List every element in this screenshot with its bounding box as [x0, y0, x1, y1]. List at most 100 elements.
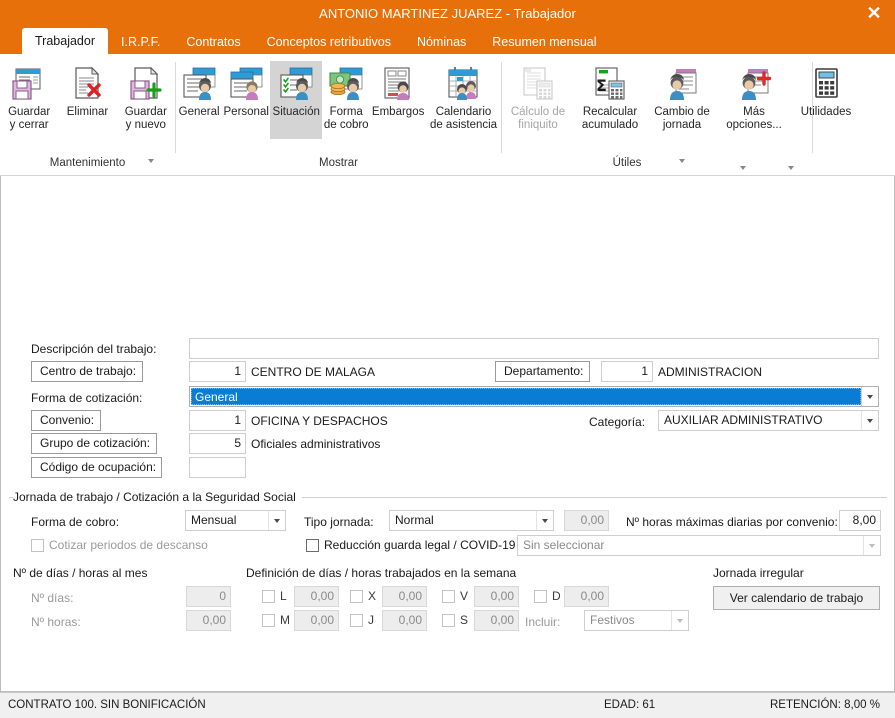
- status-retencion: RETENCIÓN: 8,00 %: [770, 699, 880, 711]
- close-icon[interactable]: ✕: [859, 0, 889, 28]
- checkbox-box: [31, 538, 44, 552]
- checkbox-box: [262, 589, 275, 603]
- dia-X-checkbox[interactable]: X: [350, 589, 376, 603]
- status-bar: CONTRATO 100. SIN BONIFICACIÓN EDAD: 61 …: [0, 692, 895, 718]
- chevron-down-icon[interactable]: [148, 159, 154, 163]
- codigo-ocupacion-input[interactable]: [189, 457, 246, 478]
- checkbox-box: [534, 589, 547, 603]
- ver-calendario-trabajo-button[interactable]: Ver calendario de trabajo: [713, 586, 880, 610]
- departamento-name: ADMINISTRACION: [658, 365, 763, 379]
- window-title: ANTONIO MARTINEZ JUAREZ - Trabajador: [319, 6, 576, 21]
- tipo-jornada-num-input[interactable]: 0,00: [564, 510, 609, 531]
- tab-irpf[interactable]: I.R.P.F.: [108, 30, 173, 54]
- categoria-select[interactable]: AUXILIAR ADMINISTRATIVO: [658, 410, 879, 431]
- status-contrato: CONTRATO 100. SIN BONIFICACIÓN: [8, 699, 206, 711]
- ribbon-button-label: Cambio de jornada: [654, 106, 710, 131]
- ribbon-button-utilidades[interactable]: Utilidades: [790, 61, 862, 121]
- situacion-form-panel: Descripción del trabajo: Centro de traba…: [0, 176, 895, 692]
- dia-V-label: V: [460, 589, 469, 603]
- ribbon-button-mas-opciones[interactable]: Más opciones...: [718, 61, 790, 134]
- ribbon-button-cambio-de-jornada[interactable]: Cambio de jornada: [646, 61, 718, 134]
- grupo-cotizacion-button[interactable]: Grupo de cotización:: [31, 433, 157, 454]
- convenio-button[interactable]: Convenio:: [31, 410, 101, 431]
- convenio-code-input[interactable]: 1: [189, 410, 246, 431]
- checkbox-box: [442, 613, 455, 627]
- ribbon-button-embargos[interactable]: Embargos: [370, 61, 426, 121]
- dia-M-input[interactable]: 0,00: [294, 610, 339, 631]
- chevron-down-icon[interactable]: [861, 387, 878, 406]
- ribbon-button-personal[interactable]: Personal: [222, 61, 270, 121]
- dia-D-input[interactable]: 0,00: [564, 586, 609, 607]
- dia-S-input[interactable]: 0,00: [474, 610, 519, 631]
- forma-cotizacion-label: Forma de cotización:: [31, 391, 143, 405]
- chevron-down-icon[interactable]: [671, 611, 688, 630]
- tab-resumen-mensual[interactable]: Resumen mensual: [479, 30, 609, 54]
- ribbon-button-label: Recalcular acumulado: [581, 106, 639, 131]
- grupo-cotizacion-code-input[interactable]: 5: [189, 433, 246, 454]
- reduccion-guarda-legal-select[interactable]: Sin seleccionar: [517, 535, 881, 556]
- reduccion-guarda-legal-value: Sin seleccionar: [523, 538, 605, 552]
- chevron-down-icon[interactable]: [679, 159, 685, 163]
- ribbon-button-guardar-y-nuevo[interactable]: Guardar y nuevo: [117, 61, 175, 134]
- tab-nominas[interactable]: Nóminas: [404, 30, 479, 54]
- departamento-code-input[interactable]: 1: [601, 361, 653, 382]
- dia-J-input[interactable]: 0,00: [382, 610, 427, 631]
- dia-V-input[interactable]: 0,00: [474, 586, 519, 607]
- incluir-value: Festivos: [590, 613, 635, 627]
- chevron-down-icon[interactable]: [740, 166, 746, 170]
- centro-trabajo-code-input[interactable]: 1: [189, 361, 246, 382]
- forma-cobro-label: Forma de cobro:: [31, 515, 120, 529]
- ribbon-button-label: Guardar y nuevo: [124, 106, 167, 131]
- categoria-label: Categoría:: [589, 415, 646, 429]
- numero-horas-input[interactable]: 0,00: [186, 610, 231, 631]
- ribbon-toolbar: Guardar y cerrar Eliminar Guardar y nuev…: [0, 54, 895, 176]
- ribbon-button-label: Personal: [223, 106, 269, 118]
- tab-conceptos-retributivos[interactable]: Conceptos retributivos: [254, 30, 404, 54]
- ribbon-button-forma-de-cobro[interactable]: Forma de cobro: [322, 61, 370, 134]
- numero-dias-label: Nº días:: [31, 591, 74, 605]
- person-plus-icon: [735, 64, 773, 104]
- ribbon-group-mantenimiento: Guardar y cerrar Eliminar Guardar y nuev…: [0, 56, 175, 174]
- ribbon-button-calendario-de-asistencia[interactable]: Calendario de asistencia: [426, 61, 501, 134]
- dia-X-input[interactable]: 0,00: [382, 586, 427, 607]
- cotizar-descanso-checkbox[interactable]: Cotizar periodos de descanso: [31, 538, 208, 552]
- dia-M-checkbox[interactable]: M: [262, 613, 290, 627]
- dia-L-input[interactable]: 0,00: [294, 586, 339, 607]
- departamento-button[interactable]: Departamento:: [495, 361, 590, 382]
- centro-trabajo-button[interactable]: Centro de trabajo:: [31, 361, 143, 382]
- person-checklist-icon: [277, 64, 315, 104]
- jornada-irregular-section-title: Jornada irregular: [713, 566, 804, 580]
- codigo-ocupacion-button[interactable]: Código de ocupación:: [31, 457, 162, 478]
- ribbon-button-situacion[interactable]: Situación: [270, 61, 323, 139]
- ribbon-button-calculo-de-finiquito[interactable]: Cálculo de finiquito: [502, 61, 574, 134]
- save-new-icon: [127, 64, 165, 104]
- chevron-down-icon[interactable]: [536, 511, 553, 530]
- numero-dias-input[interactable]: 0: [186, 586, 231, 607]
- ribbon-button-label: Guardar y cerrar: [8, 106, 51, 131]
- ribbon-button-label: Situación: [272, 106, 320, 118]
- chevron-down-icon[interactable]: [268, 511, 285, 530]
- forma-cobro-select[interactable]: Mensual: [185, 510, 286, 531]
- tipo-jornada-select[interactable]: Normal: [389, 510, 554, 531]
- chevron-down-icon[interactable]: [788, 166, 794, 170]
- chevron-down-icon[interactable]: [863, 536, 880, 555]
- dia-S-checkbox[interactable]: S: [442, 613, 468, 627]
- ribbon-button-recalcular-acumulado[interactable]: Σ Recalcular acumulado: [574, 61, 646, 134]
- cotizar-descanso-label: Cotizar periodos de descanso: [49, 538, 208, 552]
- ribbon-button-general[interactable]: General: [176, 61, 222, 121]
- forma-cotizacion-select[interactable]: General: [189, 386, 879, 407]
- dia-J-checkbox[interactable]: J: [350, 613, 374, 627]
- dia-L-checkbox[interactable]: L: [262, 589, 287, 603]
- tab-contratos[interactable]: Contratos: [173, 30, 253, 54]
- chevron-down-icon[interactable]: [861, 411, 878, 430]
- incluir-select[interactable]: Festivos: [584, 610, 689, 631]
- ribbon-button-guardar-y-cerrar[interactable]: Guardar y cerrar: [0, 61, 58, 134]
- ribbon-button-eliminar[interactable]: Eliminar: [58, 61, 116, 121]
- dia-V-checkbox[interactable]: V: [442, 589, 468, 603]
- descripcion-trabajo-input[interactable]: [189, 338, 879, 359]
- dia-X-label: X: [368, 589, 377, 603]
- horas-max-input[interactable]: 8,00: [839, 510, 881, 531]
- reduccion-guarda-legal-checkbox[interactable]: Reducción guarda legal / COVID-19: [306, 538, 515, 552]
- dia-D-checkbox[interactable]: D: [534, 589, 561, 603]
- tab-trabajador[interactable]: Trabajador: [22, 28, 108, 54]
